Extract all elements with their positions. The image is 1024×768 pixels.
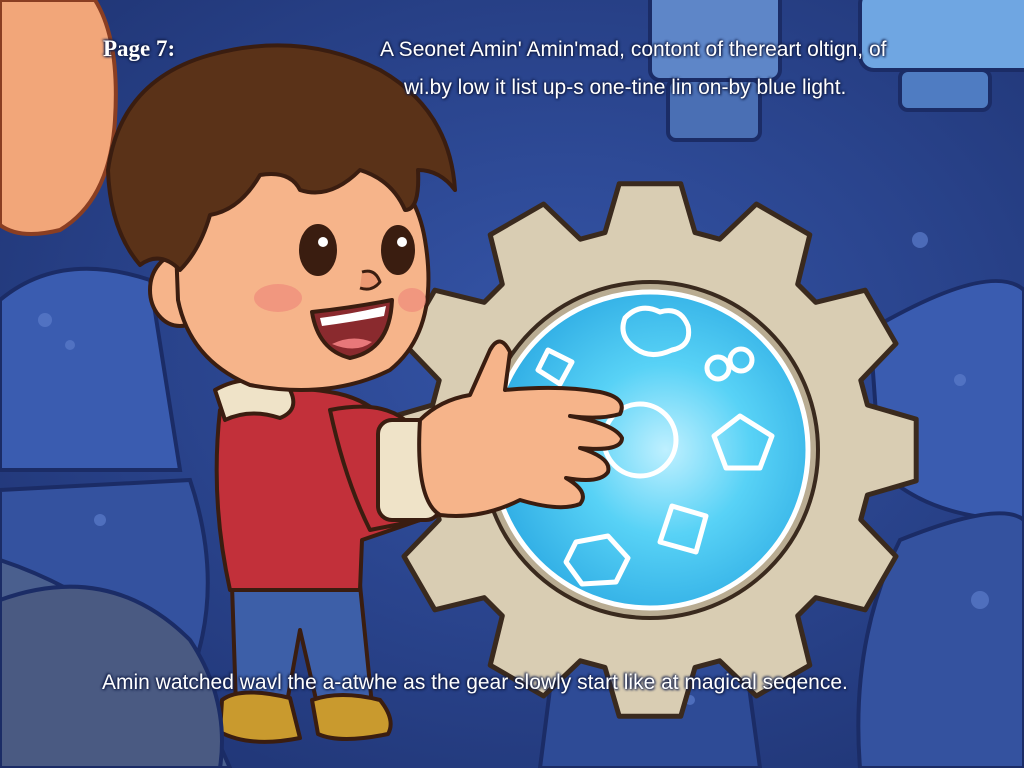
- boy-eye-left: [299, 224, 337, 276]
- illustration: [0, 0, 1024, 768]
- storybook-page: Page 7: A Seonet Amin' Amin'mad, contont…: [0, 0, 1024, 768]
- boy-eye-right: [381, 225, 415, 275]
- boy-shoe-left: [218, 690, 302, 744]
- boy-shoe-right: [310, 693, 393, 741]
- page-number: Page 7:: [103, 36, 176, 61]
- story-text-line-1: A Seonet Amin' Amin'mad, contont of ther…: [380, 38, 887, 61]
- story-caption: Amin watched wavl the a-atwhe as the gea…: [102, 671, 848, 694]
- story-text-line-2: wi.by low it list up-s one-tine lin on-b…: [404, 76, 847, 99]
